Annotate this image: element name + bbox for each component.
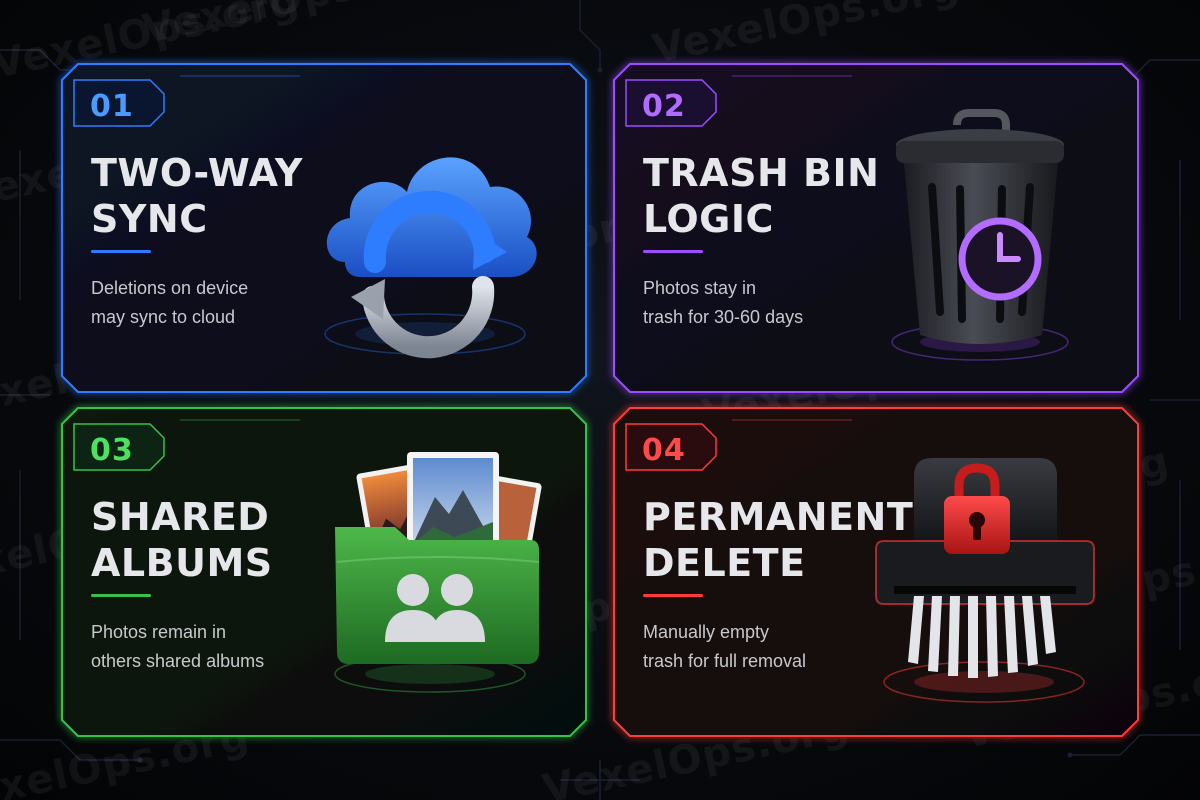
card-title-line: TWO-WAY	[91, 151, 303, 195]
card-title-line: PERMANENT	[643, 495, 914, 539]
trash-clock-icon	[891, 109, 1069, 361]
card-description-line: Deletions on device	[91, 278, 249, 298]
accent-bar	[91, 250, 151, 253]
feature-card-two-way-sync: 01 TWO-WAY SYNC Deletions on device may …	[60, 62, 588, 394]
card-description-line: Photos stay in	[643, 278, 757, 298]
accent-bar	[91, 594, 151, 597]
feature-card-trash-bin-logic: 02 TRASH BIN LOGIC Photos stay in trash …	[612, 62, 1140, 394]
card-description: Manually empty trash for full removal	[643, 618, 806, 676]
card-description: Deletions on device may sync to cloud	[91, 274, 248, 332]
feature-card-shared-albums: 03 SHARED ALBUMS Photos remain in others…	[60, 406, 588, 738]
cloud-sync-icon	[324, 157, 537, 359]
shredder-lock-icon	[875, 458, 1095, 703]
accent-bar	[643, 250, 703, 253]
card-description: Photos remain in others shared albums	[91, 618, 264, 676]
card-title-line: SYNC	[91, 197, 208, 241]
card-title-line: TRASH BIN	[643, 151, 880, 195]
card-description-line: may sync to cloud	[91, 307, 236, 327]
accent-bar	[643, 594, 703, 597]
card-number: 03	[90, 433, 134, 468]
shared-folder-icon	[334, 452, 542, 693]
card-number: 01	[90, 89, 134, 124]
card-title: TRASH BIN LOGIC	[643, 150, 879, 242]
card-title: TWO-WAY SYNC	[91, 150, 303, 242]
card-description-line: trash for full removal	[643, 651, 807, 671]
card-description-line: Photos remain in	[91, 622, 227, 642]
card-title-line: DELETE	[643, 541, 806, 585]
card-title-line: ALBUMS	[91, 541, 273, 585]
card-number: 02	[642, 89, 686, 124]
card-title-line: LOGIC	[643, 197, 774, 241]
card-title: PERMANENT DELETE	[643, 494, 913, 586]
card-description-line: Manually empty	[643, 622, 770, 642]
card-title: SHARED ALBUMS	[91, 494, 273, 586]
card-number: 04	[642, 433, 686, 468]
card-description: Photos stay in trash for 30-60 days	[643, 274, 803, 332]
feature-card-permanent-delete: 04 PERMANENT DELETE Manually empty trash…	[612, 406, 1140, 738]
card-description-line: others shared albums	[91, 651, 265, 671]
card-title-line: SHARED	[91, 495, 270, 539]
card-description-line: trash for 30-60 days	[643, 307, 804, 327]
